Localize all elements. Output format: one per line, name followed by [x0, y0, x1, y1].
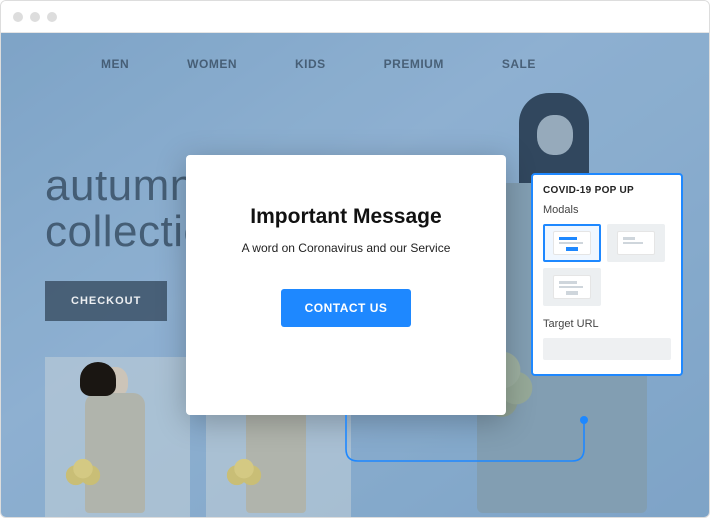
popup-modal: Important Message A word on Coronavirus …	[186, 155, 506, 415]
nav-men[interactable]: MEN	[101, 57, 129, 71]
nav-sale[interactable]: SALE	[502, 57, 536, 71]
nav-women[interactable]: WOMEN	[187, 57, 237, 71]
main-nav: MEN WOMEN KIDS PREMIUM SALE	[101, 57, 536, 71]
modal-layout-option-2[interactable]	[607, 224, 665, 262]
window-control-close[interactable]	[13, 12, 23, 22]
checkout-button[interactable]: CHECKOUT	[45, 281, 167, 321]
modal-layout-option-3[interactable]	[543, 268, 601, 306]
viewport: MEN WOMEN KIDS PREMIUM SALE autumn colle…	[1, 33, 709, 517]
modal-layout-option-1[interactable]	[543, 224, 601, 262]
contact-us-button[interactable]: CONTACT US	[281, 289, 412, 327]
window-control-min[interactable]	[30, 12, 40, 22]
modal-subtitle: A word on Coronavirus and our Service	[242, 241, 451, 255]
panel-section-modals-label: Modals	[543, 204, 671, 216]
window-title-bar	[1, 1, 709, 33]
modal-layout-options	[543, 224, 671, 306]
nav-premium[interactable]: PREMIUM	[384, 57, 444, 71]
panel-section-target-label: Target URL	[543, 318, 671, 330]
window-control-max[interactable]	[47, 12, 57, 22]
popup-config-panel: COVID-19 POP UP Modals Target URL	[531, 173, 683, 376]
panel-title: COVID-19 POP UP	[543, 185, 671, 196]
modal-title: Important Message	[250, 205, 441, 229]
browser-window: MEN WOMEN KIDS PREMIUM SALE autumn colle…	[0, 0, 710, 518]
product-card[interactable]	[45, 357, 190, 517]
nav-kids[interactable]: KIDS	[295, 57, 326, 71]
target-url-input[interactable]	[543, 338, 671, 360]
